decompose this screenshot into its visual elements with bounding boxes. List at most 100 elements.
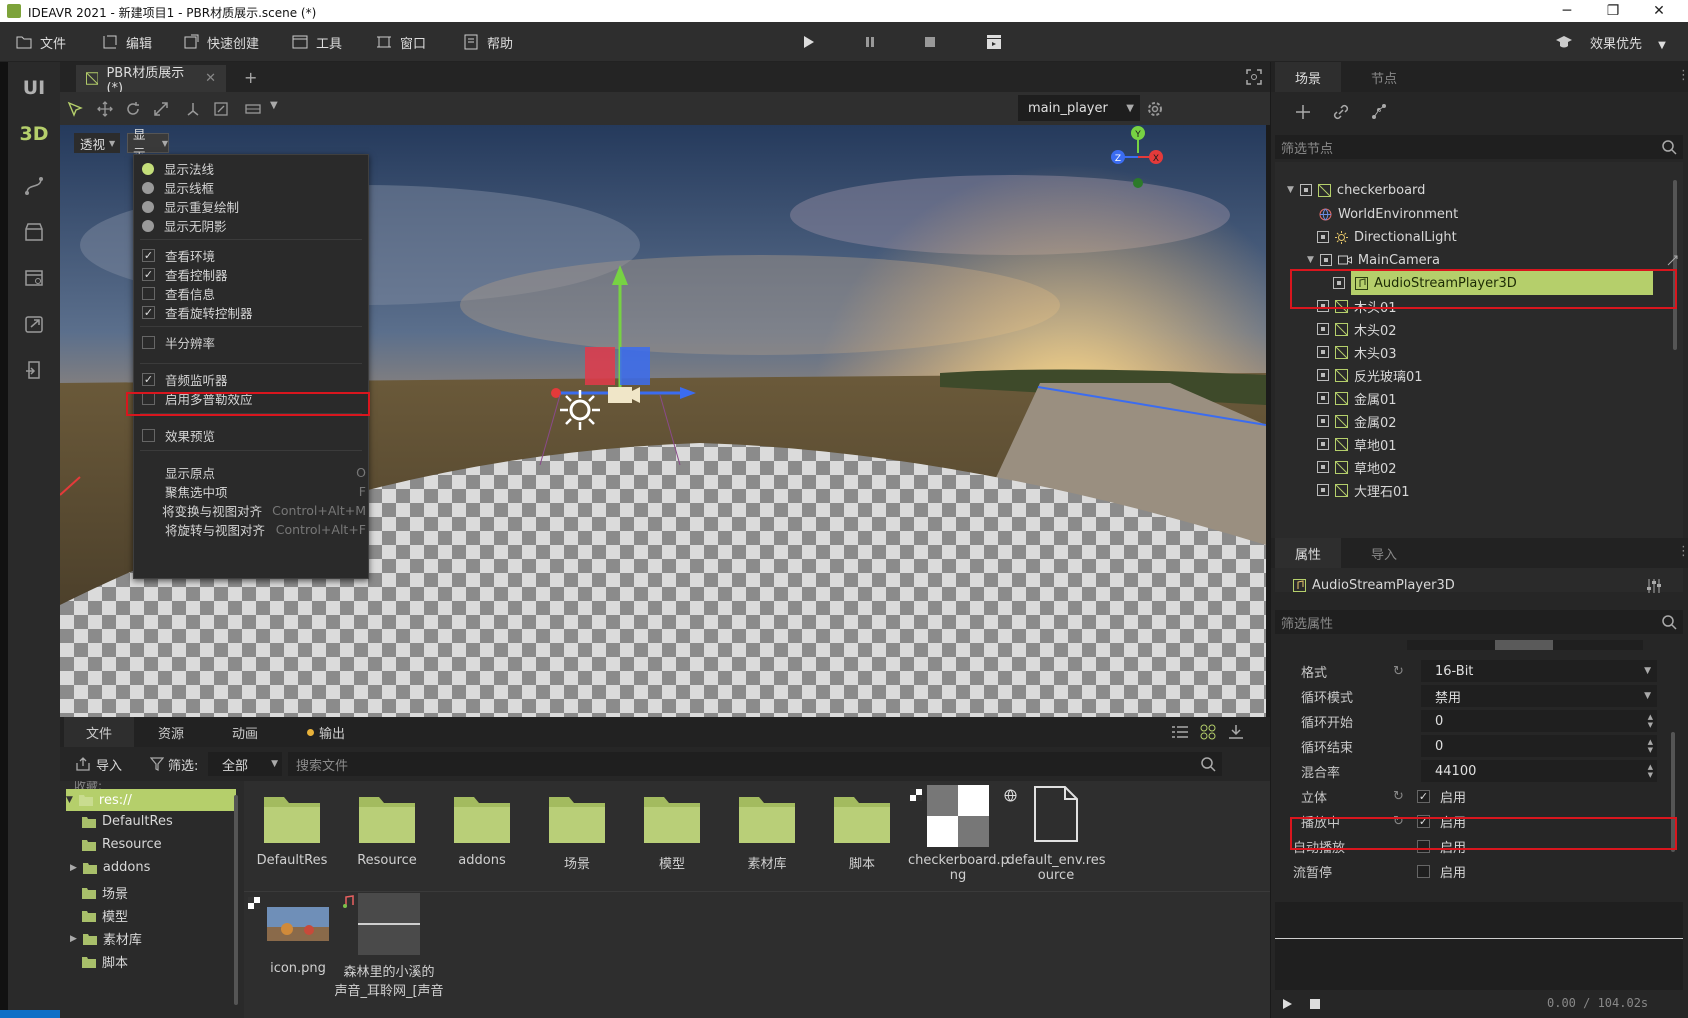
close-tab-icon[interactable]: ✕ — [205, 71, 216, 86]
stream-paused-checkbox[interactable]: 启用 — [1417, 862, 1466, 881]
visibility-icon[interactable] — [1319, 254, 1332, 266]
add-tab-button[interactable]: + — [244, 68, 257, 87]
view-options-icon[interactable] — [242, 98, 264, 120]
menu-item-view-gizmos[interactable]: ✓ 查看控制器 — [142, 265, 228, 284]
scroll-thumb[interactable] — [1495, 640, 1553, 650]
settings-panel-icon[interactable] — [10, 258, 58, 298]
menu-item-show-unshaded[interactable]: 显示无阴影 — [142, 216, 227, 235]
more-options-icon[interactable]: ⋮ — [1677, 68, 1688, 83]
tab-resources[interactable]: 资源 — [136, 717, 206, 747]
sliders-icon[interactable] — [1645, 578, 1663, 594]
file-icon-png[interactable]: icon.png — [248, 893, 348, 976]
grid-view-icon[interactable] — [1200, 724, 1216, 740]
tab-properties[interactable]: 属性 — [1275, 538, 1341, 568]
render-mode-select[interactable]: 效果优先 ▼ — [1590, 33, 1666, 52]
filter-properties-input[interactable]: 筛选属性 — [1275, 610, 1683, 634]
tab-output[interactable]: 输出 — [286, 717, 366, 747]
folder-defaultres[interactable]: DefaultRes — [252, 791, 332, 868]
filter-nodes-input[interactable]: 筛选节点 — [1275, 135, 1683, 159]
visibility-icon[interactable] — [1317, 484, 1329, 496]
menu-item-focus-selection[interactable]: 聚焦选中项 F — [142, 482, 366, 501]
tree-item-scripts[interactable]: 脚本 — [82, 952, 128, 971]
display-menu-button[interactable]: 显示▼ — [127, 127, 169, 161]
tree-node-metal01[interactable]: 金属01 — [1317, 386, 1397, 410]
visibility-icon[interactable] — [1317, 369, 1329, 381]
menu-tools[interactable]: 工具 — [292, 32, 342, 52]
menu-file[interactable]: 文件 — [16, 32, 66, 52]
menu-item-audio-listener[interactable]: ✓ 音频监听器 — [142, 370, 228, 389]
tree-node-grass02[interactable]: 草地02 — [1317, 455, 1397, 479]
ui-mode-button[interactable]: UI — [10, 68, 58, 108]
tree-node-wood03[interactable]: 木头03 — [1317, 340, 1397, 364]
mix-rate-spinbox[interactable]: 44100 ▲ ▼ — [1421, 760, 1657, 782]
list-view-icon[interactable] — [1172, 725, 1188, 739]
tab-import[interactable]: 导入 — [1351, 538, 1417, 568]
spinner-icon[interactable]: ▲ ▼ — [1648, 763, 1653, 779]
export-icon[interactable] — [10, 304, 58, 344]
menu-item-show-normals[interactable]: 显示法线 — [142, 159, 214, 178]
visibility-icon[interactable] — [1317, 415, 1329, 427]
rotate-tool-icon[interactable] — [122, 98, 144, 120]
file-default-env[interactable]: default_env.res ource — [1006, 785, 1106, 883]
menu-item-view-information[interactable]: 查看信息 — [142, 284, 215, 303]
3d-mode-button[interactable]: 3D — [10, 114, 58, 154]
stop-button[interactable] — [922, 34, 938, 50]
menu-item-view-environment[interactable]: ✓ 查看环境 — [142, 246, 215, 265]
tab-animation[interactable]: 动画 — [210, 717, 280, 747]
menu-quick-create[interactable]: 快速创建 — [183, 32, 259, 52]
tree-item-scene[interactable]: 场景 — [82, 883, 128, 902]
pause-button[interactable] — [862, 34, 878, 50]
menu-item-align-rotation[interactable]: 将旋转与视图对齐 Control+Alt+F — [142, 520, 366, 539]
folder-library[interactable]: 素材库 — [727, 791, 807, 872]
visibility-icon[interactable] — [1317, 323, 1329, 335]
tree-item-library[interactable]: ▶ 素材库 — [70, 929, 142, 948]
download-icon[interactable] — [1228, 724, 1244, 740]
visibility-icon[interactable] — [1317, 346, 1329, 358]
tree-node-marble01[interactable]: 大理石01 — [1317, 478, 1410, 502]
spinner-icon[interactable]: ▲ ▼ — [1648, 713, 1653, 729]
fullscreen-icon[interactable] — [1246, 69, 1262, 85]
folder-resource[interactable]: Resource — [347, 791, 427, 868]
menu-item-effect-preview[interactable]: 效果预览 — [142, 426, 215, 445]
add-node-button[interactable] — [1295, 104, 1311, 120]
close-button[interactable]: ✕ — [1636, 0, 1682, 22]
tab-files[interactable]: 文件 — [64, 717, 134, 747]
tree-node-glass01[interactable]: 反光玻璃01 — [1317, 363, 1423, 387]
tree-item-resource[interactable]: Resource — [82, 837, 162, 852]
menu-item-show-overdraw[interactable]: 显示重复绘制 — [142, 197, 239, 216]
snap-icon[interactable] — [210, 98, 232, 120]
menu-help[interactable]: 帮助 — [463, 32, 513, 52]
tree-item-addons[interactable]: ▶ addons — [70, 860, 150, 875]
node-graph-icon[interactable] — [1371, 104, 1387, 120]
local-space-icon[interactable] — [182, 98, 204, 120]
tree-node-directionallight[interactable]: DirectionalLight — [1317, 225, 1457, 249]
path-icon[interactable] — [10, 166, 58, 206]
document-export-icon[interactable] — [10, 350, 58, 390]
stereo-checkbox[interactable]: ✓ 启用 — [1417, 787, 1466, 806]
move-tool-icon[interactable] — [94, 98, 116, 120]
loop-end-spinbox[interactable]: 0 ▲ ▼ — [1421, 735, 1657, 757]
tree-node-checkerboard[interactable]: ▼ checkerboard — [1287, 178, 1425, 202]
visibility-icon[interactable] — [1317, 392, 1329, 404]
tab-scene-tree[interactable]: 场景 — [1275, 62, 1341, 92]
tree-node-grass01[interactable]: 草地01 — [1317, 432, 1397, 456]
tree-item-defaultres[interactable]: DefaultRes — [82, 814, 173, 829]
play-scene-button[interactable] — [986, 34, 1002, 50]
visibility-icon[interactable] — [1299, 184, 1312, 196]
tree-node-wood02[interactable]: 木头02 — [1317, 317, 1397, 341]
tree-node-metal02[interactable]: 金属02 — [1317, 409, 1397, 433]
scale-tool-icon[interactable] — [150, 98, 172, 120]
play-button[interactable] — [800, 34, 816, 50]
minimize-button[interactable]: ─ — [1544, 0, 1590, 22]
folder-scripts[interactable]: 脚本 — [822, 791, 902, 872]
preview-play-button[interactable] — [1281, 998, 1293, 1010]
menu-edit[interactable]: 编辑 — [102, 32, 152, 52]
preview-stop-button[interactable] — [1309, 998, 1321, 1010]
menu-item-half-resolution[interactable]: 半分辨率 — [142, 333, 215, 352]
graduation-cap-icon[interactable] — [1556, 34, 1572, 50]
gear-icon[interactable] — [1144, 98, 1166, 120]
tree-item-res[interactable]: ▼ res:// — [66, 789, 236, 811]
loop-mode-select[interactable]: 禁用 ▼ — [1421, 685, 1657, 707]
folder-model[interactable]: 模型 — [632, 791, 712, 872]
import-button[interactable]: 导入 — [76, 753, 122, 775]
